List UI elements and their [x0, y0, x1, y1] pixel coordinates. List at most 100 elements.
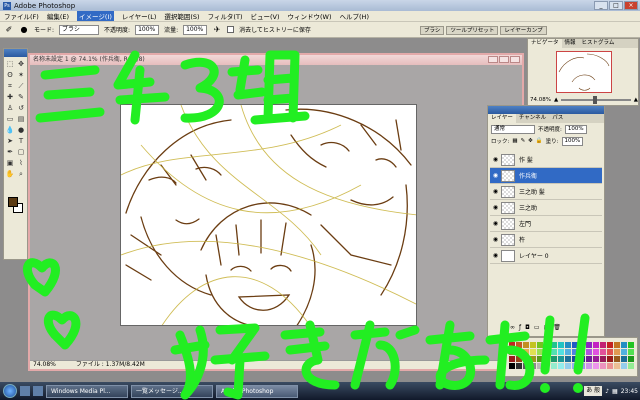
color-swatch[interactable]: [572, 356, 578, 362]
slice-tool-icon[interactable]: ⟋: [16, 81, 26, 91]
menu-filter[interactable]: フィルタ(T): [208, 11, 243, 21]
task-media-player[interactable]: Windows Media Pl...: [46, 384, 128, 398]
color-swatch[interactable]: [565, 363, 571, 369]
color-swatch[interactable]: [516, 342, 522, 348]
opacity-input[interactable]: 100%: [135, 24, 160, 35]
color-swatch[interactable]: [614, 349, 620, 355]
menu-edit[interactable]: 編集(E): [47, 11, 69, 21]
color-swatch[interactable]: [614, 356, 620, 362]
color-swatch[interactable]: [537, 342, 543, 348]
color-swatch[interactable]: [523, 349, 529, 355]
eye-icon[interactable]: ◉: [490, 188, 501, 195]
navigator-zoom-slider[interactable]: [561, 96, 631, 104]
color-swatch[interactable]: [600, 363, 606, 369]
eye-icon[interactable]: ◉: [490, 236, 501, 243]
zoom-in-icon[interactable]: ▲: [634, 97, 638, 103]
color-swatch[interactable]: [509, 342, 515, 348]
hand-tool-icon[interactable]: ✋: [5, 169, 15, 179]
color-swatch[interactable]: [523, 356, 529, 362]
color-swatch[interactable]: [579, 363, 585, 369]
blend-mode-select[interactable]: 通常: [491, 124, 535, 134]
layer-style-icon[interactable]: ƒ: [519, 324, 521, 334]
color-swatch[interactable]: [558, 342, 564, 348]
menu-view[interactable]: ビュー(V): [250, 11, 279, 21]
color-swatch[interactable]: [558, 349, 564, 355]
color-swatch[interactable]: [516, 363, 522, 369]
dodge-tool-icon[interactable]: ●: [16, 125, 26, 135]
network-icon[interactable]: ▦: [612, 388, 618, 395]
color-swatch[interactable]: [551, 356, 557, 362]
menu-file[interactable]: ファイル(F): [4, 11, 39, 21]
color-swatch[interactable]: [558, 363, 564, 369]
eye-icon[interactable]: ◉: [490, 204, 501, 211]
color-swatch[interactable]: [600, 349, 606, 355]
mode-select[interactable]: ブラシ: [59, 24, 100, 35]
doc-minimize-button[interactable]: [488, 56, 498, 63]
color-swatch[interactable]: [516, 349, 522, 355]
color-swatch[interactable]: [509, 356, 515, 362]
color-swatch[interactable]: [614, 363, 620, 369]
color-swatch[interactable]: [579, 349, 585, 355]
document-title[interactable]: 名称未設定 1 @ 74.1% (作兵衛, RGB/8): [30, 55, 522, 65]
menu-layer[interactable]: レイヤー(L): [122, 11, 157, 21]
move-tool-icon[interactable]: ✥: [16, 59, 26, 69]
color-swatch[interactable]: [544, 363, 550, 369]
brush-tool-icon[interactable]: ✎: [16, 92, 26, 102]
menu-window[interactable]: ウィンドウ(W): [288, 11, 332, 21]
color-swatch[interactable]: [579, 356, 585, 362]
color-swatch[interactable]: [593, 356, 599, 362]
eye-icon[interactable]: ◉: [490, 220, 501, 227]
lasso-tool-icon[interactable]: ʘ: [5, 70, 15, 80]
color-swatch[interactable]: [572, 342, 578, 348]
color-swatch[interactable]: [516, 356, 522, 362]
lock-transparency-icon[interactable]: ▦: [512, 138, 517, 144]
airbrush-icon[interactable]: ✈: [212, 25, 222, 35]
eye-icon[interactable]: ◉: [490, 252, 501, 259]
layer-mask-icon[interactable]: ◘: [525, 324, 530, 334]
tab-paths[interactable]: パス: [549, 114, 566, 123]
clock[interactable]: 23:45: [621, 388, 638, 395]
tab-channels[interactable]: チャンネル: [516, 114, 549, 123]
color-swatch[interactable]: [586, 363, 592, 369]
color-swatch[interactable]: [509, 349, 515, 355]
menu-image[interactable]: イメージ(I): [77, 11, 114, 21]
lock-position-icon[interactable]: ✥: [528, 138, 533, 144]
color-swatch[interactable]: [628, 349, 634, 355]
color-swatch[interactable]: [565, 356, 571, 362]
menu-help[interactable]: ヘルプ(H): [340, 11, 369, 21]
eye-icon[interactable]: ◉: [490, 156, 501, 163]
lock-all-icon[interactable]: 🔒: [536, 138, 543, 144]
brush-preset-icon[interactable]: ●: [19, 25, 29, 35]
healing-brush-tool-icon[interactable]: ✚: [5, 92, 15, 102]
layer-item[interactable]: ◉ 左門: [490, 216, 602, 232]
maximize-button[interactable]: □: [609, 1, 623, 10]
tab-histogram[interactable]: ヒストグラム: [579, 39, 618, 48]
doc-maximize-button[interactable]: [499, 56, 509, 63]
path-selection-tool-icon[interactable]: ➤: [5, 136, 15, 146]
color-swatch[interactable]: [593, 349, 599, 355]
color-swatch[interactable]: [607, 356, 613, 362]
shape-tool-icon[interactable]: ▢: [16, 147, 26, 157]
color-swatch[interactable]: [586, 342, 592, 348]
color-swatch[interactable]: [600, 342, 606, 348]
delete-layer-icon[interactable]: 🗑: [553, 324, 561, 334]
navigator-preview[interactable]: [556, 51, 612, 93]
blur-tool-icon[interactable]: 💧: [5, 125, 15, 135]
color-swatch[interactable]: [558, 356, 564, 362]
volume-icon[interactable]: ♪: [605, 388, 609, 395]
color-swatch[interactable]: [628, 363, 634, 369]
zoom-out-icon[interactable]: ▲: [554, 97, 558, 103]
lock-image-icon[interactable]: ✎: [521, 138, 526, 144]
type-tool-icon[interactable]: T: [16, 136, 26, 146]
color-swatch[interactable]: [593, 342, 599, 348]
color-swatch[interactable]: [607, 349, 613, 355]
color-swatch[interactable]: [530, 356, 536, 362]
color-swatch[interactable]: [628, 356, 634, 362]
color-swatch[interactable]: [565, 342, 571, 348]
color-swatch[interactable]: [572, 363, 578, 369]
layer-item[interactable]: ◉ 三之助 髪: [490, 184, 602, 200]
history-brush-tool-icon[interactable]: ↺: [16, 103, 26, 113]
foreground-color-swatch[interactable]: [8, 197, 18, 207]
quick-launch-icon[interactable]: [33, 386, 43, 396]
palette-well-brush-tab[interactable]: ブラシ: [420, 26, 445, 35]
